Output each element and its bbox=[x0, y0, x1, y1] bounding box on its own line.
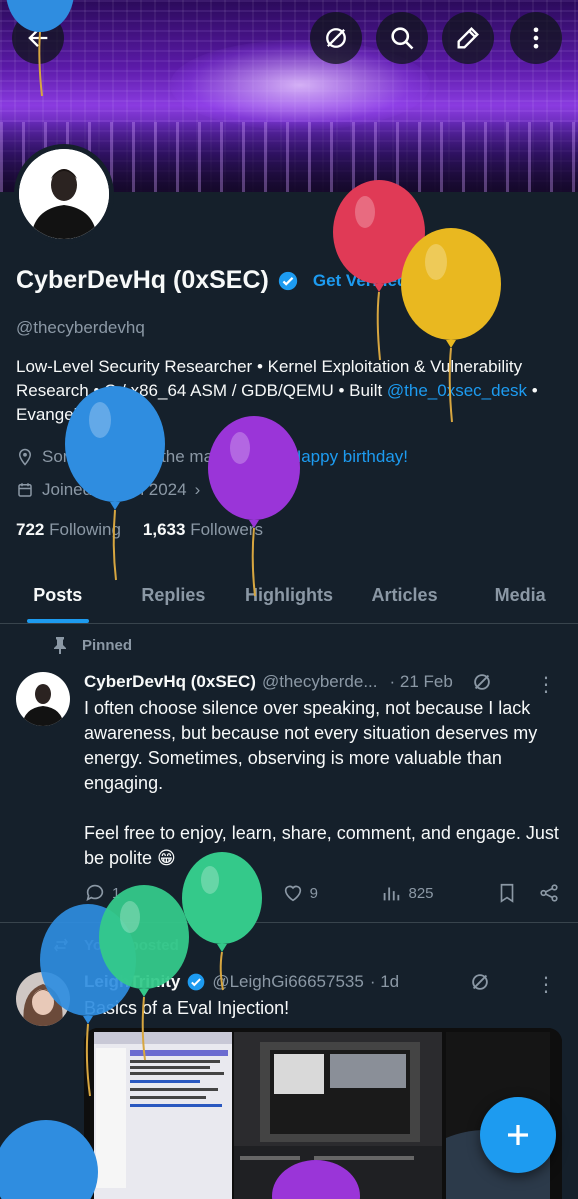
tweet-paragraph: Feel free to enjoy, learn, share, commen… bbox=[84, 823, 559, 868]
display-name: CyberDevHq (0xSEC) bbox=[16, 266, 269, 294]
profile-tabs: Posts Replies Highlights Articles Media bbox=[0, 568, 578, 624]
chevron-right-icon[interactable]: › bbox=[195, 480, 201, 500]
more-vertical-icon bbox=[533, 27, 539, 49]
tweet-divider bbox=[0, 922, 578, 923]
heart-icon bbox=[284, 885, 301, 902]
tweet-actions: 1 2 9 825 bbox=[84, 882, 560, 904]
tweet-more-icon[interactable]: ⋮ bbox=[536, 972, 556, 997]
tab-highlights[interactable]: Highlights bbox=[231, 568, 347, 623]
balloon-purple bbox=[208, 416, 300, 520]
grok-icon bbox=[326, 28, 346, 48]
plus-icon bbox=[508, 1125, 528, 1145]
share-icon[interactable] bbox=[538, 882, 560, 904]
tweet-author-name[interactable]: LeighTrinity bbox=[84, 972, 180, 992]
tweet-date[interactable]: · 21 Feb bbox=[390, 672, 453, 692]
back-button[interactable] bbox=[12, 12, 64, 64]
following-link[interactable]: 722 Following bbox=[16, 520, 121, 540]
tweet-date[interactable]: · 1d bbox=[370, 972, 399, 992]
edit-icon bbox=[457, 27, 479, 49]
tab-articles[interactable]: Articles bbox=[347, 568, 463, 623]
balloon-yellow bbox=[401, 228, 501, 340]
person-silhouette-image bbox=[19, 149, 109, 239]
location-row: Somewhere on the map 😎 Happy birthday! bbox=[16, 447, 408, 467]
like-count: 9 bbox=[309, 884, 318, 902]
search-icon bbox=[391, 27, 414, 50]
tweet-header: LeighTrinity @LeighGi66657535 · 1d bbox=[84, 971, 491, 993]
tweet-more-icon[interactable]: ⋮ bbox=[536, 672, 556, 697]
reply-icon bbox=[86, 884, 104, 901]
following-label: Following bbox=[49, 520, 121, 539]
tab-replies[interactable]: Replies bbox=[116, 568, 232, 623]
repost-indicator: You reposted bbox=[52, 936, 179, 954]
compose-button[interactable] bbox=[480, 1097, 556, 1173]
pin-icon bbox=[54, 637, 66, 654]
joined-row: Joined March 2024 › bbox=[16, 480, 200, 500]
grok-icon[interactable] bbox=[471, 671, 493, 693]
follow-stats: 722 Following 1,633 Followers bbox=[16, 520, 263, 540]
repost-count: 2 bbox=[210, 884, 220, 902]
grok-button[interactable] bbox=[310, 12, 362, 64]
followers-link[interactable]: 1,633 Followers bbox=[143, 520, 263, 540]
repost-icon bbox=[185, 885, 203, 901]
views-chart-icon bbox=[384, 887, 400, 901]
tweet-avatar[interactable] bbox=[16, 972, 70, 1026]
views-button[interactable]: 825 bbox=[380, 882, 434, 904]
tweet-text: Basics of a Eval Injection! bbox=[84, 998, 290, 1018]
profile-avatar[interactable] bbox=[14, 144, 114, 244]
search-button[interactable] bbox=[376, 12, 428, 64]
get-verified-link[interactable]: Get Verified bbox=[313, 271, 407, 291]
followers-label: Followers bbox=[190, 520, 263, 539]
joined-date: Joined March 2024 bbox=[42, 480, 187, 499]
edit-button[interactable] bbox=[442, 12, 494, 64]
pinned-label: Pinned bbox=[82, 636, 133, 654]
pinned-indicator: Pinned bbox=[52, 636, 132, 654]
tweet-avatar[interactable] bbox=[16, 672, 70, 726]
following-count: 722 bbox=[16, 520, 45, 539]
tab-posts[interactable]: Posts bbox=[0, 568, 116, 623]
birthday-link[interactable]: Happy birthday! bbox=[289, 447, 408, 467]
profile-bio: Low-Level Security Researcher • Kernel E… bbox=[16, 355, 556, 427]
bookmark-share-group bbox=[496, 882, 560, 904]
location-text: Somewhere on the map 😎 bbox=[42, 447, 245, 466]
tab-media[interactable]: Media bbox=[462, 568, 578, 623]
like-button[interactable]: 9 bbox=[282, 882, 318, 904]
tweet-header: CyberDevHq (0xSEC) @thecyberde... · 21 F… bbox=[84, 671, 493, 693]
followers-count: 1,633 bbox=[142, 520, 186, 539]
person-silhouette-image bbox=[16, 672, 70, 726]
more-button[interactable] bbox=[510, 12, 562, 64]
verified-badge-icon bbox=[188, 973, 205, 991]
tweet-author-handle[interactable]: @LeighGi66657535 bbox=[212, 972, 364, 992]
tweet-text: I often choose silence over speaking, no… bbox=[84, 696, 562, 871]
tweet-author-handle[interactable]: @thecyberde... bbox=[262, 672, 378, 692]
view-count: 825 bbox=[408, 884, 434, 902]
bookmark-icon[interactable] bbox=[496, 882, 518, 904]
repost-button[interactable]: 2 bbox=[183, 882, 219, 904]
bio-mention-link[interactable]: @the_0xsec_desk bbox=[387, 381, 527, 400]
calendar-icon bbox=[18, 483, 32, 497]
tweet-author-name[interactable]: CyberDevHq (0xSEC) bbox=[84, 672, 256, 692]
location-pin-icon bbox=[18, 448, 32, 466]
arrow-left-icon bbox=[28, 29, 48, 47]
profile-handle: @thecyberdevhq bbox=[16, 318, 145, 337]
grok-icon[interactable] bbox=[469, 971, 491, 993]
repost-icon bbox=[54, 938, 68, 952]
reply-button[interactable]: 1 bbox=[84, 882, 120, 904]
reply-count: 1 bbox=[112, 884, 121, 902]
tweet-paragraph: I often choose silence over speaking, no… bbox=[84, 698, 538, 793]
balloon-birthday-icon bbox=[266, 448, 278, 465]
person-photo-image bbox=[16, 972, 70, 1026]
repost-label: You reposted bbox=[84, 936, 179, 954]
verified-badge-icon[interactable] bbox=[277, 270, 299, 292]
